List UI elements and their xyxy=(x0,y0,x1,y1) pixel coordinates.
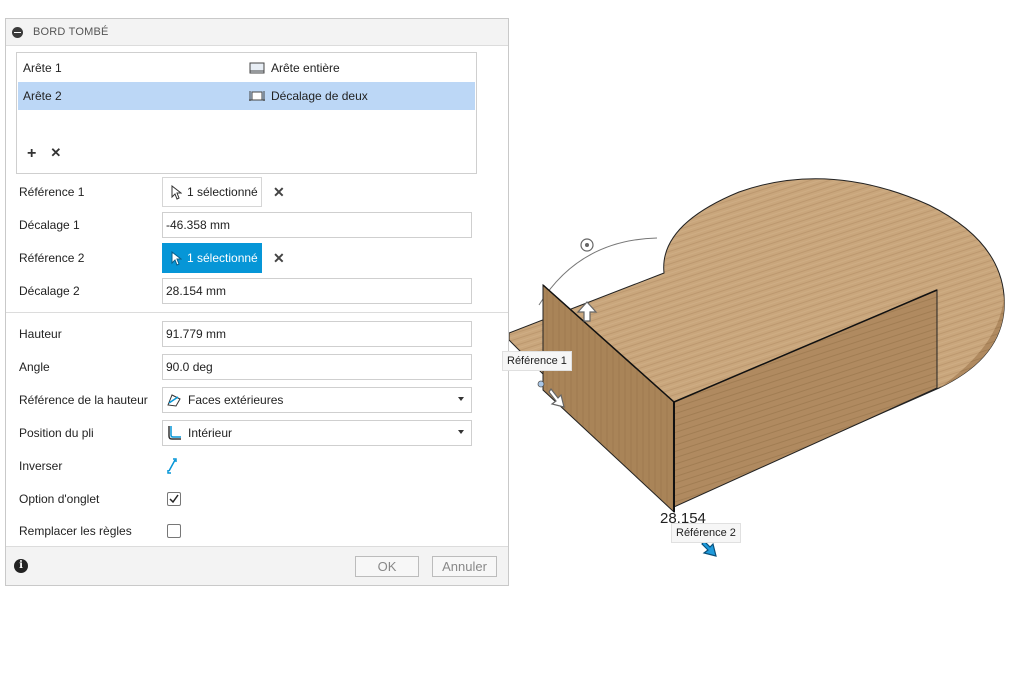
reference2-row: Référence 2 1 sélectionné ✕ xyxy=(19,243,479,273)
two-offsets-icon xyxy=(249,91,265,101)
miter-checkbox[interactable] xyxy=(167,492,181,506)
list-actions: + ✕ xyxy=(27,145,61,163)
height-label: Hauteur xyxy=(19,327,62,341)
offset2-row: Décalage 2 28.154 mm xyxy=(19,277,479,305)
flip-row: Inverser xyxy=(19,452,479,480)
remove-edge-icon[interactable]: ✕ xyxy=(50,145,61,163)
edge-row-2[interactable]: Arête 2 Décalage de deux xyxy=(18,82,475,110)
flip-direction-icon[interactable] xyxy=(165,458,179,474)
edge-row-1[interactable]: Arête 1 Arête entière xyxy=(18,54,475,82)
bend-position-label: Position du pli xyxy=(19,426,94,440)
dialog-footer: i OK Annuler xyxy=(6,546,508,585)
full-edge-icon xyxy=(249,62,265,74)
outer-faces-icon xyxy=(167,394,181,407)
edge-type[interactable]: Décalage de deux xyxy=(249,89,368,103)
override-rules-checkbox[interactable] xyxy=(167,524,181,538)
offset1-input[interactable]: -46.358 mm xyxy=(162,212,472,238)
dialog-header[interactable]: BORD TOMBÉ xyxy=(6,19,508,46)
edge-name: Arête 2 xyxy=(23,89,62,103)
height-reference-label: Référence de la hauteur xyxy=(19,393,148,407)
add-edge-icon[interactable]: + xyxy=(27,145,36,163)
section-divider xyxy=(6,312,508,313)
reference1-select-button[interactable]: 1 sélectionné xyxy=(162,177,262,207)
reference1-label: Référence 1 xyxy=(19,185,85,199)
cursor-arrow-icon xyxy=(171,184,182,200)
reference2-select-button[interactable]: 1 sélectionné xyxy=(162,243,262,273)
offset2-input[interactable]: 28.154 mm xyxy=(162,278,472,304)
reference1-tag: Référence 1 xyxy=(502,351,572,371)
offset1-label: Décalage 1 xyxy=(19,218,80,232)
height-reference-value: Faces extérieures xyxy=(188,393,284,407)
edge-type-label: Arête entière xyxy=(271,61,340,75)
checkmark-icon xyxy=(169,494,179,504)
cursor-arrow-icon xyxy=(171,250,182,266)
model-canvas[interactable]: 28.154 xyxy=(508,150,1024,570)
height-row: Hauteur 91.779 mm xyxy=(19,320,479,348)
reference2-label: Référence 2 xyxy=(19,251,85,265)
chevron-down-icon xyxy=(458,430,464,434)
flip-label: Inverser xyxy=(19,459,63,473)
override-rules-row: Remplacer les règles xyxy=(19,517,479,545)
height-input[interactable]: 91.779 mm xyxy=(162,321,472,347)
offset2-label: Décalage 2 xyxy=(19,284,80,298)
height-reference-dropdown[interactable]: Faces extérieures xyxy=(162,387,472,413)
flange-dialog: BORD TOMBÉ Arête 1 Arête entière Arête 2 xyxy=(5,18,509,586)
reference1-point xyxy=(537,380,545,388)
edges-list: Arête 1 Arête entière Arête 2 Décalage d… xyxy=(16,52,477,174)
angle-row: Angle 90.0 deg xyxy=(19,353,479,381)
reference2-tag: Référence 2 xyxy=(671,523,741,543)
reference1-value: 1 sélectionné xyxy=(187,185,258,199)
edge-type[interactable]: Arête entière xyxy=(249,61,340,75)
offset2-arrow-icon[interactable] xyxy=(701,540,717,557)
model-viewport[interactable]: 28.154 Référence 1 Référence 2 xyxy=(502,150,1024,570)
dialog-title: BORD TOMBÉ xyxy=(33,26,109,38)
chevron-down-icon xyxy=(458,397,464,401)
angle-input[interactable]: 90.0 deg xyxy=(162,354,472,380)
bend-position-dropdown[interactable]: Intérieur xyxy=(162,420,472,446)
reference1-clear-icon[interactable]: ✕ xyxy=(273,184,285,201)
cancel-button[interactable]: Annuler xyxy=(432,556,497,577)
miter-row: Option d'onglet xyxy=(19,485,479,513)
bend-inside-icon xyxy=(168,426,181,440)
reference2-value: 1 sélectionné xyxy=(187,251,258,265)
bend-position-row: Position du pli Intérieur xyxy=(19,419,479,447)
info-icon[interactable]: i xyxy=(14,559,28,573)
collapse-icon[interactable] xyxy=(12,26,23,38)
edge-type-label: Décalage de deux xyxy=(271,89,368,103)
miter-label: Option d'onglet xyxy=(19,492,100,506)
handle-center xyxy=(585,243,589,247)
offset1-row: Décalage 1 -46.358 mm xyxy=(19,211,479,239)
ok-button[interactable]: OK xyxy=(355,556,419,577)
edge-name: Arête 1 xyxy=(23,61,62,75)
override-rules-label: Remplacer les règles xyxy=(19,524,132,538)
reference1-row: Référence 1 1 sélectionné ✕ xyxy=(19,177,479,207)
angle-label: Angle xyxy=(19,360,50,374)
bend-position-value: Intérieur xyxy=(188,426,233,440)
reference2-clear-icon[interactable]: ✕ xyxy=(273,250,285,267)
height-reference-row: Référence de la hauteur Faces extérieure… xyxy=(19,386,479,414)
